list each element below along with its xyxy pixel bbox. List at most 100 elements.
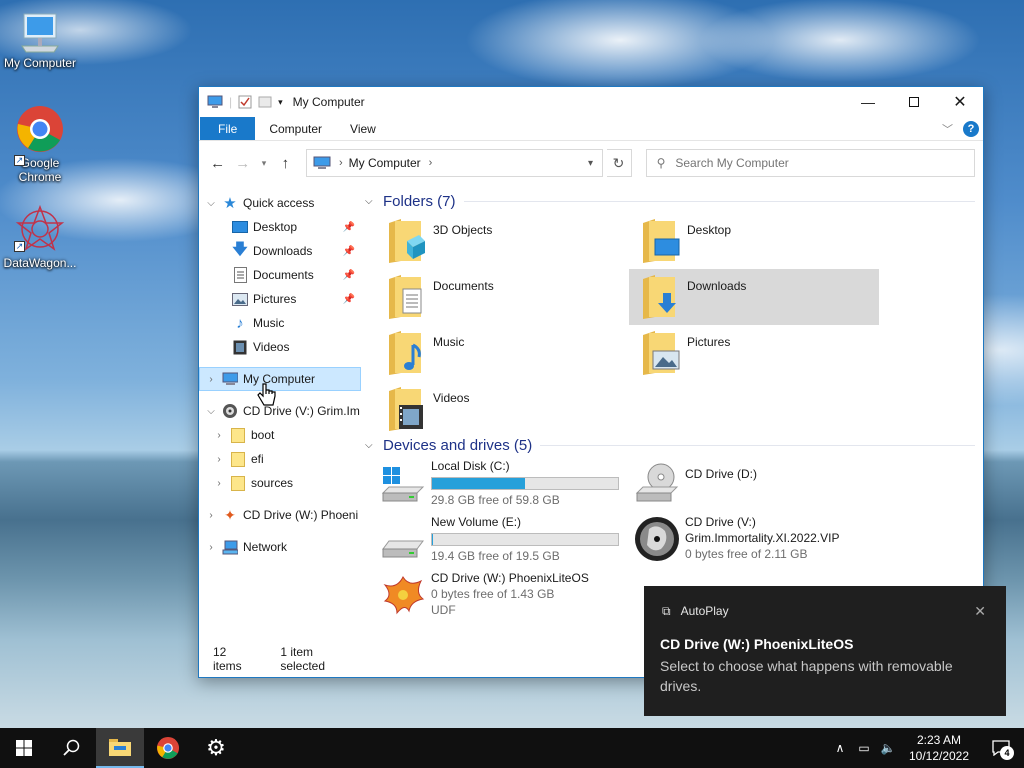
- folders-grid: 3D Objects Desktop Documents Downloads M…: [365, 213, 983, 437]
- drive-usage-bar: [431, 477, 619, 490]
- 3d-objects-folder-icon: [389, 219, 425, 263]
- folder-icon: [230, 475, 246, 491]
- search-taskbar-button[interactable]: [48, 728, 96, 768]
- address-dropdown-icon[interactable]: ▾: [580, 158, 602, 169]
- nav-folder-efi[interactable]: › efi: [199, 447, 361, 471]
- chrome-icon: [156, 736, 180, 760]
- drive-v[interactable]: CD Drive (V:) Grim.Immortality.XI.2022.V…: [633, 513, 887, 569]
- nav-cd-drive-v[interactable]: ⌵ CD Drive (V:) Grim.Im: [199, 399, 361, 423]
- chevron-right-icon[interactable]: ›: [205, 510, 217, 521]
- breadcrumb-chevron-icon[interactable]: ›: [339, 157, 343, 169]
- nav-downloads[interactable]: 🡇 Downloads 📌: [199, 239, 361, 263]
- new-folder-icon[interactable]: [258, 95, 272, 109]
- address-row: ← → ▾ ↑ › My Computer › ▾ ↻ ⚲: [199, 141, 983, 185]
- chevron-right-icon[interactable]: ›: [205, 374, 217, 385]
- arrow-up-icon: ↑: [281, 154, 290, 172]
- show-hidden-icons-chevron-icon[interactable]: ∧: [828, 741, 852, 755]
- desktop-icon-datawagon[interactable]: ↗ DataWagon...: [0, 204, 80, 270]
- drive-w[interactable]: CD Drive (W:) PhoenixLiteOS 0 bytes free…: [379, 569, 633, 625]
- devices-group-header[interactable]: ⌵ Devices and drives (5): [365, 433, 983, 457]
- chevron-down-icon[interactable]: ⌵: [205, 406, 217, 417]
- nav-quick-access[interactable]: ⌵ ★ Quick access: [199, 191, 361, 215]
- chevron-down-icon[interactable]: ⌵: [205, 198, 217, 209]
- taskbar-file-explorer[interactable]: [96, 728, 144, 768]
- folder-videos[interactable]: Videos: [385, 381, 639, 437]
- disc-icon: [222, 403, 238, 419]
- chevron-right-icon[interactable]: ›: [213, 454, 225, 465]
- nav-folder-sources[interactable]: › sources: [199, 471, 361, 495]
- folder-downloads[interactable]: Downloads: [629, 269, 879, 325]
- folder-music[interactable]: Music: [385, 325, 639, 381]
- folder-desktop[interactable]: Desktop: [639, 213, 893, 269]
- nav-desktop[interactable]: Desktop 📌: [199, 215, 361, 239]
- breadcrumb-my-computer[interactable]: My Computer: [349, 156, 421, 170]
- nav-music[interactable]: ♪ Music: [199, 311, 361, 335]
- document-icon: [232, 267, 248, 283]
- expand-ribbon-icon[interactable]: ﹀: [942, 121, 953, 137]
- chevron-right-icon[interactable]: ›: [213, 478, 225, 489]
- desktop-icon-my-computer[interactable]: My Computer: [0, 12, 80, 70]
- taskbar-chrome[interactable]: [144, 728, 192, 768]
- maximize-button[interactable]: [891, 87, 937, 117]
- windows-drive-icon: [381, 467, 425, 502]
- nav-videos[interactable]: Videos: [199, 335, 361, 359]
- clock[interactable]: 2:23 AM 10/12/2022: [900, 732, 978, 764]
- nav-folder-boot[interactable]: › boot: [199, 423, 361, 447]
- up-button[interactable]: ↑: [275, 152, 296, 174]
- nav-network[interactable]: › Network: [199, 535, 361, 559]
- chevron-right-icon[interactable]: ›: [205, 542, 217, 553]
- group-divider: [540, 444, 975, 446]
- network-status-icon[interactable]: ▭: [852, 741, 876, 755]
- download-arrow-icon: 🡇: [232, 240, 248, 258]
- nav-pictures[interactable]: Pictures 📌: [199, 287, 361, 311]
- tab-computer[interactable]: Computer: [255, 117, 336, 140]
- back-button[interactable]: ←: [207, 152, 228, 174]
- chrome-icon: [17, 106, 63, 152]
- customize-toolbar-icon[interactable]: ▾: [278, 97, 283, 108]
- properties-icon[interactable]: [238, 95, 252, 109]
- computer-icon: [207, 95, 223, 108]
- tab-view[interactable]: View: [336, 117, 390, 140]
- autoplay-toast[interactable]: ⧉ AutoPlay ✕ CD Drive (W:) PhoenixLiteOS…: [644, 586, 1006, 716]
- picture-icon: [232, 291, 248, 307]
- nav-cd-drive-w[interactable]: › ✦ CD Drive (W:) Phoeni: [199, 503, 361, 527]
- search-input[interactable]: [675, 156, 956, 170]
- refresh-button[interactable]: ↻: [606, 149, 632, 177]
- recent-locations-button[interactable]: ▾: [257, 152, 270, 174]
- folder-documents[interactable]: Documents: [385, 269, 639, 325]
- hard-drive-icon: [382, 540, 424, 558]
- drive-d[interactable]: CD Drive (D:): [633, 457, 887, 513]
- close-button[interactable]: ✕: [937, 87, 983, 117]
- drive-c[interactable]: Local Disk (C:) 29.8 GB free of 59.8 GB: [379, 457, 633, 513]
- folder-pictures[interactable]: Pictures: [639, 325, 893, 381]
- desktop-icon-google-chrome[interactable]: ↗ Google Chrome: [0, 104, 80, 184]
- minimize-button[interactable]: —: [845, 87, 891, 117]
- volume-icon[interactable]: 🔈: [876, 741, 900, 755]
- group-divider: [463, 200, 975, 202]
- clock-time: 2:23 AM: [916, 733, 962, 747]
- folders-group-header[interactable]: ⌵ Folders (7): [365, 189, 983, 213]
- pin-icon: 📌: [342, 221, 355, 233]
- downloads-folder-icon: [643, 275, 676, 319]
- chevron-down-icon: ⌵: [365, 439, 373, 451]
- help-icon[interactable]: ?: [963, 120, 979, 137]
- nav-my-computer[interactable]: › My Computer: [199, 367, 361, 391]
- taskbar-settings[interactable]: ⚙: [192, 728, 240, 768]
- chevron-down-icon: ▾: [261, 157, 267, 168]
- address-bar[interactable]: › My Computer › ▾: [305, 149, 603, 177]
- drive-e[interactable]: New Volume (E:) 19.4 GB free of 19.5 GB: [379, 513, 633, 569]
- toast-close-button[interactable]: ✕: [974, 603, 986, 620]
- search-icon: ⚲: [656, 156, 666, 170]
- toolbar-divider: |: [229, 95, 233, 109]
- forward-button[interactable]: →: [232, 152, 253, 174]
- tab-file[interactable]: File: [200, 117, 256, 140]
- chevron-right-icon[interactable]: ›: [213, 430, 225, 441]
- breadcrumb-chevron-icon[interactable]: ›: [429, 157, 433, 169]
- action-center-button[interactable]: 4: [978, 728, 1024, 768]
- system-tray: ∧ ▭ 🔈 2:23 AM 10/12/2022 4: [828, 728, 1024, 768]
- start-button[interactable]: [0, 728, 48, 768]
- folder-3d-objects[interactable]: 3D Objects: [385, 213, 639, 269]
- nav-documents[interactable]: Documents 📌: [199, 263, 361, 287]
- game-disc-icon: [635, 517, 679, 561]
- search-box[interactable]: ⚲: [645, 149, 975, 177]
